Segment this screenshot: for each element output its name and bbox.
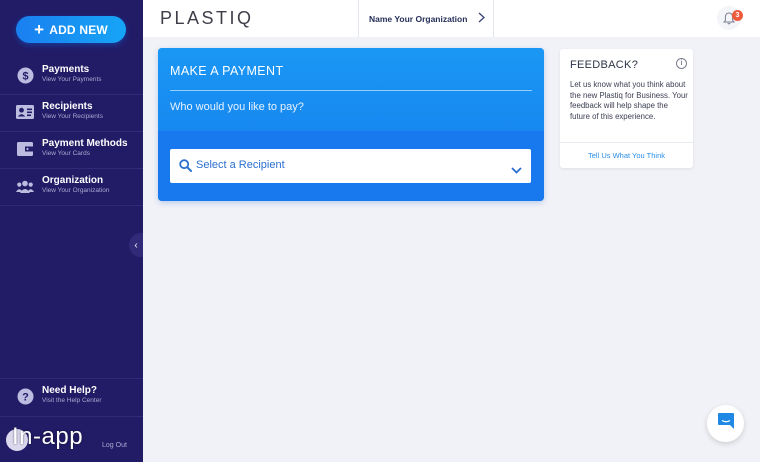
sidebar-item-title: Payment Methods	[42, 138, 128, 149]
sidebar-item-title: Organization	[42, 175, 104, 186]
feedback-link[interactable]: Tell Us What You Think	[560, 151, 693, 160]
sidebar-item-subtitle: View Your Payments	[42, 76, 102, 83]
sidebar-item-title: Payments	[42, 64, 90, 75]
chevron-left-icon: ‹	[134, 239, 138, 251]
make-payment-header: MAKE A PAYMENT Who would you like to pay…	[158, 48, 544, 131]
sidebar-collapse-button[interactable]: ‹	[129, 233, 143, 257]
add-new-label: ADD NEW	[49, 22, 108, 37]
dollar-circle-icon: $	[16, 66, 34, 84]
organization-selector[interactable]: Name Your Organization	[358, 0, 494, 37]
make-payment-title: MAKE A PAYMENT	[170, 64, 284, 78]
recipient-select-placeholder: Select a Recipient	[196, 159, 285, 171]
svg-text:?: ?	[22, 391, 29, 403]
feedback-card: FEEDBACK? i Let us know what you think a…	[560, 49, 693, 168]
search-icon	[179, 159, 192, 177]
sidebar-item-subtitle: View Your Cards	[42, 150, 90, 157]
chat-launcher-button[interactable]	[707, 405, 744, 442]
organization-selector-label: Name Your Organization	[369, 13, 468, 24]
recipient-select[interactable]: Select a Recipient	[170, 149, 531, 183]
help-subtitle: Visit the Help Center	[42, 397, 102, 404]
user-row: Log Out In-app	[0, 416, 143, 462]
help-title: Need Help?	[42, 385, 98, 396]
make-payment-body: Select a Recipient	[158, 131, 544, 201]
people-icon	[16, 177, 34, 195]
feedback-title: FEEDBACK?	[570, 59, 639, 71]
sidebar-item-payments[interactable]: $ Payments View Your Payments	[0, 58, 143, 95]
make-payment-card: MAKE A PAYMENT Who would you like to pay…	[158, 48, 544, 201]
plastiq-logo[interactable]: PLASTIQ	[160, 8, 254, 29]
sidebar-item-recipients[interactable]: Recipients View Your Recipients	[0, 95, 143, 132]
chevron-right-icon	[478, 12, 486, 26]
contact-card-icon	[16, 103, 34, 121]
help-center-link[interactable]: ? Need Help? Visit the Help Center	[0, 378, 143, 415]
add-new-button[interactable]: + ADD NEW	[16, 16, 126, 43]
sidebar-item-payment-methods[interactable]: Payment Methods View Your Cards	[0, 132, 143, 169]
make-payment-subtitle: Who would you like to pay?	[170, 101, 304, 113]
notifications-button[interactable]: 3	[717, 6, 743, 30]
logout-link[interactable]: Log Out	[102, 442, 127, 449]
plus-icon: +	[34, 19, 45, 39]
sidebar-item-title: Recipients	[42, 101, 93, 112]
sidebar: + ADD NEW $ Payments View Your Payments …	[0, 0, 143, 462]
info-icon[interactable]: i	[676, 58, 687, 69]
question-circle-icon: ?	[16, 387, 34, 405]
top-header: PLASTIQ Name Your Organization 3	[143, 0, 760, 37]
in-app-watermark: In-app	[12, 423, 84, 450]
feedback-body: Let us know what you think about the new…	[570, 80, 688, 121]
sidebar-item-subtitle: View Your Recipients	[42, 113, 103, 120]
notification-count-badge: 3	[732, 10, 743, 21]
sidebar-item-subtitle: View Your Organization	[42, 187, 110, 194]
svg-text:$: $	[22, 70, 28, 82]
wallet-icon	[16, 140, 34, 158]
divider	[560, 142, 693, 143]
chevron-down-icon	[511, 161, 522, 179]
sidebar-item-organization[interactable]: Organization View Your Organization	[0, 169, 143, 206]
chat-bubble-icon	[717, 412, 735, 435]
divider	[170, 90, 532, 91]
